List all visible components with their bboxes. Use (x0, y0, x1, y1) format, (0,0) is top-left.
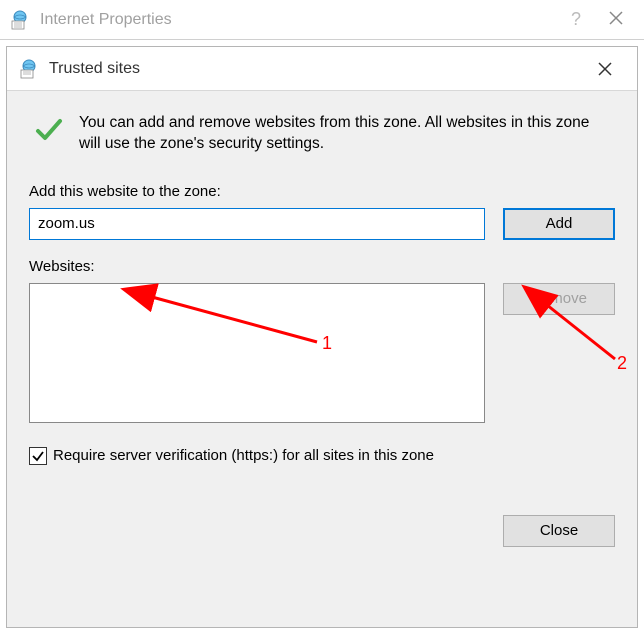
close-button[interactable]: Close (503, 515, 615, 547)
parent-window-title: Internet Properties (40, 11, 556, 29)
checkmark-icon (29, 113, 69, 145)
require-https-label: Require server verification (https:) for… (53, 447, 434, 464)
require-https-checkbox[interactable] (29, 447, 47, 465)
parent-close-button[interactable] (596, 8, 636, 31)
dialog-title: Trusted sites (49, 60, 583, 78)
dialog-close-button[interactable] (583, 47, 627, 91)
info-row: You can add and remove websites from thi… (29, 113, 615, 155)
add-website-label: Add this website to the zone: (29, 183, 615, 200)
websites-label: Websites: (29, 258, 615, 275)
add-button[interactable]: Add (503, 208, 615, 240)
websites-listbox[interactable] (29, 283, 485, 423)
add-website-input[interactable] (29, 208, 485, 240)
info-text: You can add and remove websites from thi… (69, 113, 615, 155)
remove-button: Remove (503, 283, 615, 315)
help-button[interactable]: ? (556, 9, 596, 30)
dialog-titlebar: Trusted sites (7, 47, 637, 91)
trusted-sites-icon (17, 57, 41, 81)
parent-window-titlebar: Internet Properties ? (0, 0, 644, 40)
trusted-sites-dialog: Trusted sites You can add and remove web… (6, 46, 638, 628)
internet-options-icon (8, 8, 32, 32)
